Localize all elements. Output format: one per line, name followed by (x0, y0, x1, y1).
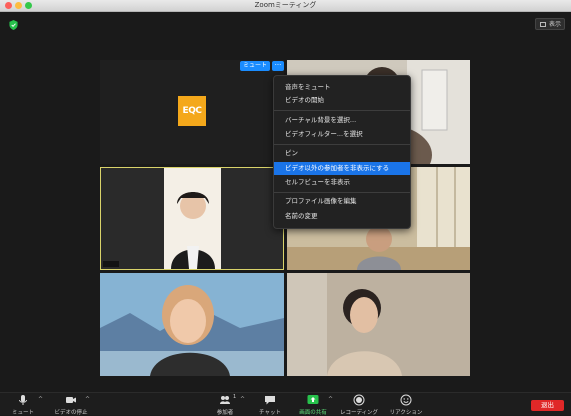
profile-logo: EQC (178, 96, 206, 126)
mute-button[interactable]: ミュート (8, 393, 38, 416)
menu-divider (274, 192, 410, 193)
menu-item-video-filter[interactable]: ビデオフィルター...を選択 (274, 128, 410, 141)
meeting-toolbar: ミュート ^ ビデオの停止 ^ 1 参加者 ^ チャット 画面の共有 ^ レコー… (0, 392, 571, 416)
video-camera-icon (66, 397, 76, 403)
participant-video (101, 168, 283, 269)
menu-divider (274, 144, 410, 145)
record-button[interactable]: レコーディング (339, 393, 379, 416)
window-title: Zoomミーティング (254, 1, 317, 9)
grid-icon (540, 22, 546, 27)
video-tile-participant-5[interactable] (100, 273, 284, 376)
chevron-up-icon[interactable]: ^ (240, 396, 245, 403)
menu-item-pin[interactable]: ピン (274, 147, 410, 160)
video-tile-participant-6[interactable] (287, 273, 470, 376)
menu-item-rename[interactable]: 名前の変更 (274, 210, 410, 223)
participants-label: 参加者 (216, 410, 234, 416)
leave-meeting-button[interactable]: 退出 (531, 400, 564, 411)
menu-item-mute-audio[interactable]: 音声をミュート (274, 81, 410, 94)
menu-item-hide-non-video[interactable]: ビデオ以外の参加者を非表示にする (274, 162, 410, 175)
emoji-icon (400, 394, 412, 406)
share-screen-icon (307, 395, 319, 404)
participants-button[interactable]: 1 参加者 (208, 393, 242, 416)
participant-video (100, 273, 284, 376)
view-button[interactable]: 表示 (535, 18, 565, 30)
participant-video (287, 273, 470, 376)
reactions-button[interactable]: リアクション (388, 393, 424, 416)
mute-participant-button[interactable]: ミュート (240, 61, 270, 71)
chevron-up-icon[interactable]: ^ (85, 396, 90, 403)
shield-icon[interactable] (9, 20, 18, 30)
chat-icon (265, 396, 275, 405)
record-label: レコーディング (339, 410, 379, 416)
record-icon (353, 394, 365, 406)
stop-video-label: ビデオの停止 (54, 410, 88, 416)
chat-label: チャット (259, 410, 281, 416)
share-screen-button[interactable]: 画面の共有 (296, 393, 330, 416)
menu-item-virtual-background[interactable]: バーチャル背景を選択... (274, 114, 410, 127)
reactions-label: リアクション (389, 410, 423, 416)
view-label: 表示 (548, 21, 561, 28)
video-tile-self[interactable]: EQC (100, 60, 284, 164)
mute-label: ミュート (11, 410, 35, 416)
share-screen-label: 画面の共有 (299, 410, 327, 416)
microphone-icon (19, 395, 27, 405)
chevron-up-icon[interactable]: ^ (38, 396, 43, 403)
chat-button[interactable]: チャット (255, 393, 285, 416)
video-tile-participant-3[interactable] (100, 167, 284, 270)
menu-divider (274, 110, 410, 111)
menu-item-hide-self-view[interactable]: セルフビューを非表示 (274, 176, 410, 189)
participants-icon (220, 396, 230, 404)
titlebar: Zoomミーティング (0, 0, 571, 12)
menu-item-start-video[interactable]: ビデオの開始 (274, 94, 410, 107)
context-menu: 音声をミュート ビデオの開始 バーチャル背景を選択... ビデオフィルター...… (273, 75, 411, 229)
participants-count: 1 (233, 394, 237, 400)
name-label (103, 261, 119, 267)
menu-item-edit-profile-picture[interactable]: プロファイル画像を編集 (274, 195, 410, 208)
chevron-up-icon[interactable]: ^ (328, 396, 333, 403)
more-options-button[interactable]: ··· (272, 61, 284, 71)
